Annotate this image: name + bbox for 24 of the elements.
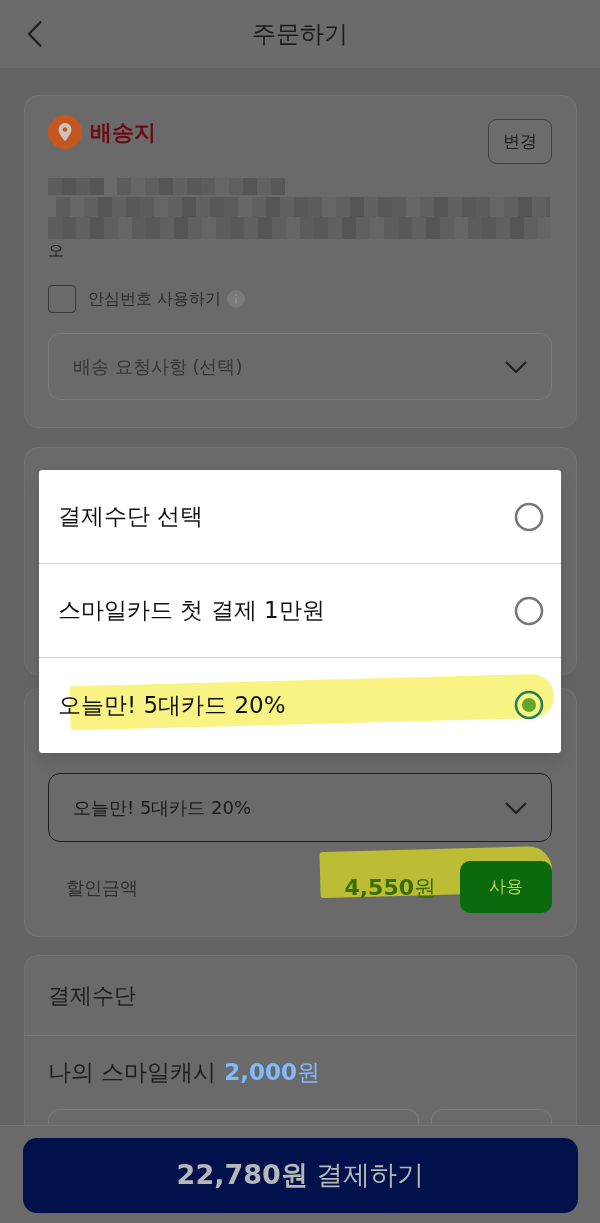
payment-option-label[interactable]: 결제수단 선택 <box>58 499 204 534</box>
checkbox[interactable] <box>48 285 76 313</box>
checkbox-label[interactable]: 안심번호 사용하기 <box>88 287 222 311</box>
discount-amount-label: 할인금액 <box>66 875 138 900</box>
smile-cash-amount: 2,000원 <box>224 1058 321 1087</box>
location-pin-icon <box>48 115 82 149</box>
back-icon[interactable] <box>27 20 43 48</box>
discount-amount: 4,550원 <box>344 873 436 902</box>
payment-option-label[interactable]: 스마일카드 첫 결제 1만원 <box>58 593 325 628</box>
chevron-down-icon <box>505 801 527 814</box>
payment-option-label[interactable]: 오늘만! 5대카드 20% <box>58 687 286 723</box>
payment-section-title: 결제수단 <box>25 956 576 1036</box>
apply-button[interactable]: 사용 <box>460 861 552 913</box>
radio-button[interactable] <box>514 595 544 626</box>
page-title: 주문하기 <box>252 19 348 50</box>
card-discount-select[interactable]: 오늘만! 5대카드 20% <box>48 773 552 842</box>
pay-button[interactable]: 22,780원 결제하기 <box>23 1138 578 1213</box>
chevron-down-icon <box>505 360 527 373</box>
change-button[interactable]: 변경 <box>488 119 552 164</box>
address-text: 오 <box>48 241 64 261</box>
smile-cash-label: 나의 스마일캐시 <box>48 1058 217 1087</box>
section-title: 배송지 <box>90 118 156 147</box>
radio-button[interactable] <box>514 690 544 720</box>
radio-button[interactable] <box>514 501 544 532</box>
